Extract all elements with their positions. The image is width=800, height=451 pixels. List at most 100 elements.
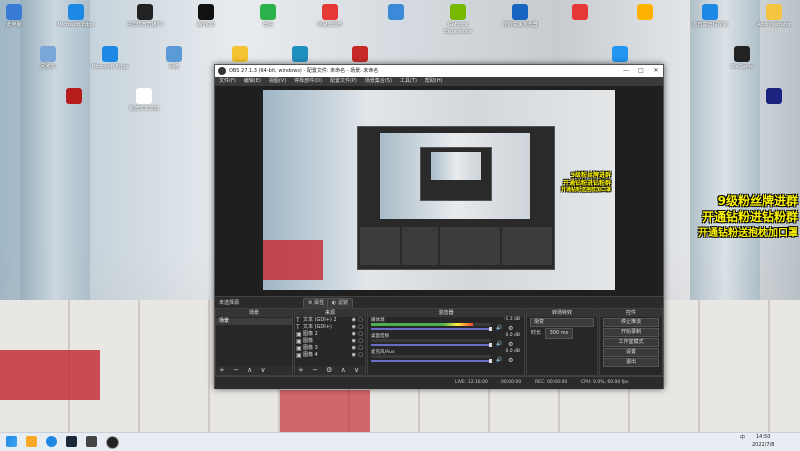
desktop-icon-label: 微信 [262,22,273,28]
app-icon [512,4,528,20]
preview-canvas[interactable]: 9级粉丝牌进群 开通钻粉进钻粉群 开通钻粉送抱枕加口罩 [263,90,615,290]
scenes-dock-title: 场景 [216,309,292,317]
menu-docks[interactable]: 停靠部件(D) [294,77,322,86]
visibility-icon[interactable]: ◉ [352,352,356,359]
transition-select[interactable]: 渐变 [530,318,594,327]
desktop-icon[interactable]: 搜狗高速浏览器 [500,4,540,29]
source-item[interactable]: T 文本 (GDI+) ◉ ▢ [295,324,365,331]
desktop-icon[interactable]: 微信 [248,4,288,29]
visibility-icon[interactable]: ◉ [352,324,356,331]
exit-button[interactable]: 退出 [603,358,659,367]
desktop-icon-label: Administrator [756,22,792,28]
desktop-icon[interactable] [340,46,380,64]
desktop-icon[interactable] [280,46,320,64]
volume-slider[interactable] [371,360,491,362]
lock-icon[interactable]: ▢ [358,345,363,352]
app-icon[interactable] [86,436,97,447]
visibility-icon[interactable]: ◉ [352,338,356,345]
desktop-icon[interactable]: 新建文本文档 [124,88,164,113]
start-recording-button[interactable]: 开始录制 [603,328,659,337]
speaker-icon[interactable]: 🔊 [496,325,502,331]
sources-dock-footer[interactable]: + − ⚙ ∧ ∨ [295,366,365,375]
desktop-icon[interactable]: 回收站 [28,46,68,71]
desktop-icon[interactable]: 网络 [154,46,194,71]
edge-icon[interactable] [46,436,57,447]
controls-dock-title: 控件 [600,309,662,317]
scenes-dock-footer[interactable]: + − ∧ ∨ [216,366,292,375]
menu-edit[interactable]: 编辑(E) [244,77,261,86]
visibility-icon[interactable]: ◉ [352,345,356,352]
scene-item[interactable]: 场景 [216,318,292,325]
visibility-icon[interactable]: ◉ [352,331,356,338]
gear-icon[interactable]: ⚙ [508,357,513,364]
menu-tools[interactable]: 工具(T) [400,77,417,86]
desktop-icon[interactable] [754,88,794,106]
source-item[interactable]: ▣ 图像 2 ◉ ▢ [295,331,365,338]
gear-icon[interactable]: ⚙ [508,341,513,348]
desktop-icon[interactable] [376,4,416,22]
menu-file[interactable]: 文件(F) [219,77,236,86]
ime-indicator[interactable]: 中 [740,434,745,443]
wallpaper-red-block [0,350,100,400]
source-item[interactable]: T 文本 (GDI+) 2 ◉ ▢ [295,317,365,324]
source-item[interactable]: ▣ 图像 3 ◉ ▢ [295,345,365,352]
desktop-icon[interactable] [625,4,665,22]
desktop-icon[interactable]: GeForce Experience [438,4,478,36]
speaker-icon[interactable]: 🔊 [496,357,502,363]
lock-icon[interactable]: ▢ [358,317,363,324]
image-source-icon: ▣ [296,352,302,359]
menu-profile[interactable]: 配置文件(P) [330,77,357,86]
studio-mode-button[interactable]: 工作室模式 [603,338,659,347]
menu-view[interactable]: 视图(V) [269,77,286,86]
desktop-icon[interactable]: Microsoft Edge [56,4,96,29]
volume-knob[interactable] [489,343,492,347]
volume-knob[interactable] [489,359,492,363]
desktop-icon[interactable]: 腾讯QQ [186,4,226,29]
mixer-channel: 媒体源 -1.3 dB 🔊 ⚙ [368,317,524,333]
desktop-icon[interactable]: 中国体育直播TV [125,4,165,29]
desktop-icon[interactable]: 网易云音乐 [310,4,350,29]
menu-help[interactable]: 帮助(H) [425,77,443,86]
desktop-icon[interactable] [220,46,260,64]
minimize-button[interactable]: — [619,65,633,77]
menu-scene-collection[interactable]: 场景集合(S) [365,77,392,86]
obs-window[interactable]: OBS 27.1.3 (64-bit, windows) - 配置文件: 未命名… [214,64,664,389]
lock-icon[interactable]: ▢ [358,324,363,331]
desktop-icon[interactable]: WeGame [722,46,762,71]
speaker-icon[interactable]: 🔊 [496,341,502,347]
duration-input[interactable]: 300 ms [544,328,574,339]
settings-button[interactable]: 设置 [603,348,659,357]
desktop-icon[interactable]: Microsoft Edge [90,46,130,71]
volume-slider[interactable] [371,344,491,346]
clock-date[interactable]: 2022/7/8 [752,441,774,450]
desktop-icon[interactable]: 向日葵远程控制 [690,4,730,29]
close-button[interactable]: ✕ [649,65,663,77]
volume-knob[interactable] [489,327,492,331]
app-icon [766,4,782,20]
visibility-icon[interactable]: ◉ [352,317,356,324]
text-source-icon: T [296,317,300,324]
gear-icon[interactable]: ⚙ [508,325,513,332]
lock-icon[interactable]: ▢ [358,338,363,345]
desktop-icon[interactable] [600,46,640,64]
source-item[interactable]: ▣ 图像 ◉ ▢ [295,338,365,345]
rec-timer: REC: 00:00:00 [535,380,568,385]
desktop-icon[interactable]: 此电脑 [0,4,34,29]
app-icon [68,4,84,20]
volume-slider[interactable] [371,328,491,330]
nested-controls-dock [502,227,552,265]
windows-start-icon[interactable] [6,436,17,447]
obs-taskbar-icon[interactable] [106,436,119,449]
obs-titlebar[interactable]: OBS 27.1.3 (64-bit, windows) - 配置文件: 未命名… [215,65,663,77]
desktop-icon[interactable]: Administrator [754,4,794,29]
file-explorer-icon[interactable] [26,436,37,447]
steam-icon[interactable] [66,436,77,447]
source-item[interactable]: ▣ 图像 4 ◉ ▢ [295,352,365,359]
app-icon [260,4,276,20]
maximize-button[interactable]: □ [634,65,648,77]
desktop-icon[interactable] [560,4,600,22]
lock-icon[interactable]: ▢ [358,331,363,338]
stop-streaming-button[interactable]: 停止推流 [603,318,659,327]
lock-icon[interactable]: ▢ [358,352,363,359]
desktop-icon[interactable] [54,88,94,106]
